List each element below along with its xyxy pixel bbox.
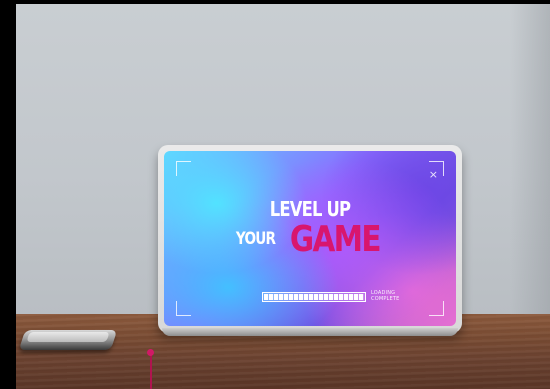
headline-level-up: LEVEL UP — [269, 197, 351, 221]
wall-shade — [510, 4, 550, 316]
photo-scene: × LEVEL UP YOUR GAME LOADING COMPLETE — [0, 0, 550, 389]
loading-progress-bar — [262, 292, 366, 302]
cable-plug — [147, 349, 154, 356]
close-x-icon: × — [428, 168, 438, 181]
headline-your-game: YOUR GAME — [164, 221, 456, 259]
corner-bracket-bottom-right — [429, 301, 444, 316]
left-black-bar — [0, 0, 16, 389]
laptop-base — [162, 328, 458, 336]
headline-game: GAME — [289, 219, 381, 260]
loading-status-text: LOADING COMPLETE — [371, 290, 411, 302]
smartphone-screen — [26, 332, 110, 342]
charging-cable — [150, 352, 152, 389]
laptop-skin: × LEVEL UP YOUR GAME LOADING COMPLETE — [164, 151, 456, 326]
corner-bracket-top-left — [176, 161, 191, 176]
corner-bracket-bottom-left — [176, 301, 191, 316]
loading-status-line2: COMPLETE — [371, 296, 400, 302]
loading-progress-fill — [264, 294, 364, 300]
headline-your: YOUR — [235, 229, 275, 249]
